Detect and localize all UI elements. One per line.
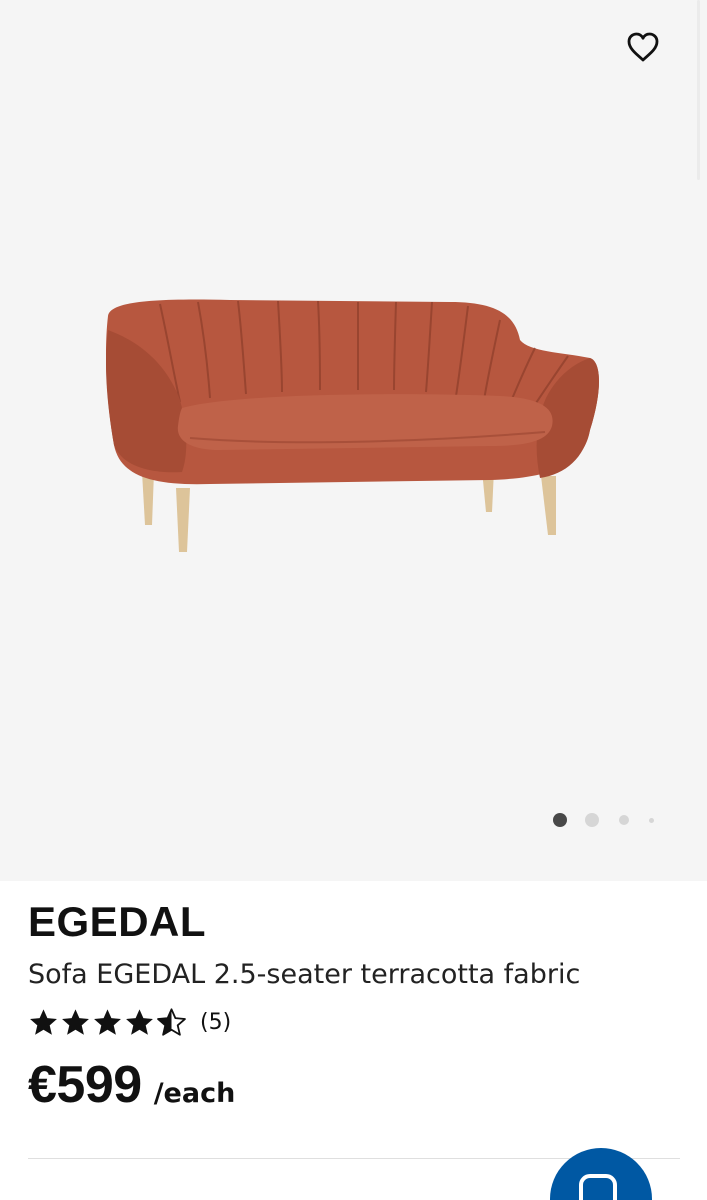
star-full-icon (30, 1008, 57, 1035)
product-image-gallery[interactable] (0, 0, 707, 881)
gallery-pagination (540, 808, 670, 832)
star-full-icon (126, 1008, 153, 1035)
pagination-dot[interactable] (619, 815, 629, 825)
star-half-icon (157, 1007, 186, 1036)
product-title: EGEDAL (28, 898, 207, 945)
pagination-dot[interactable] (585, 813, 599, 827)
price-amount: €599 (28, 1056, 142, 1114)
star-full-icon (62, 1008, 89, 1035)
pagination-dot-active[interactable] (553, 813, 567, 827)
price-unit: /each (153, 1078, 236, 1109)
scroll-indicator (697, 0, 700, 180)
chat-icon (579, 1174, 617, 1200)
favorite-button[interactable] (620, 24, 666, 70)
pagination-dot[interactable] (649, 817, 654, 823)
heart-outline-icon (627, 32, 659, 62)
product-price: €599 /each (28, 1055, 235, 1115)
chat-button[interactable] (550, 1148, 652, 1200)
product-description: Sofa EGEDAL 2.5-seater terracotta fabric (28, 959, 581, 990)
review-count: (5) (200, 1009, 232, 1035)
star-full-icon (94, 1008, 121, 1035)
product-page: EGEDAL Sofa EGEDAL 2.5-seater terracotta… (0, 0, 707, 1200)
sofa-image (106, 299, 599, 552)
product-rating[interactable]: (5) (28, 1005, 231, 1039)
star-rating (28, 1007, 188, 1038)
